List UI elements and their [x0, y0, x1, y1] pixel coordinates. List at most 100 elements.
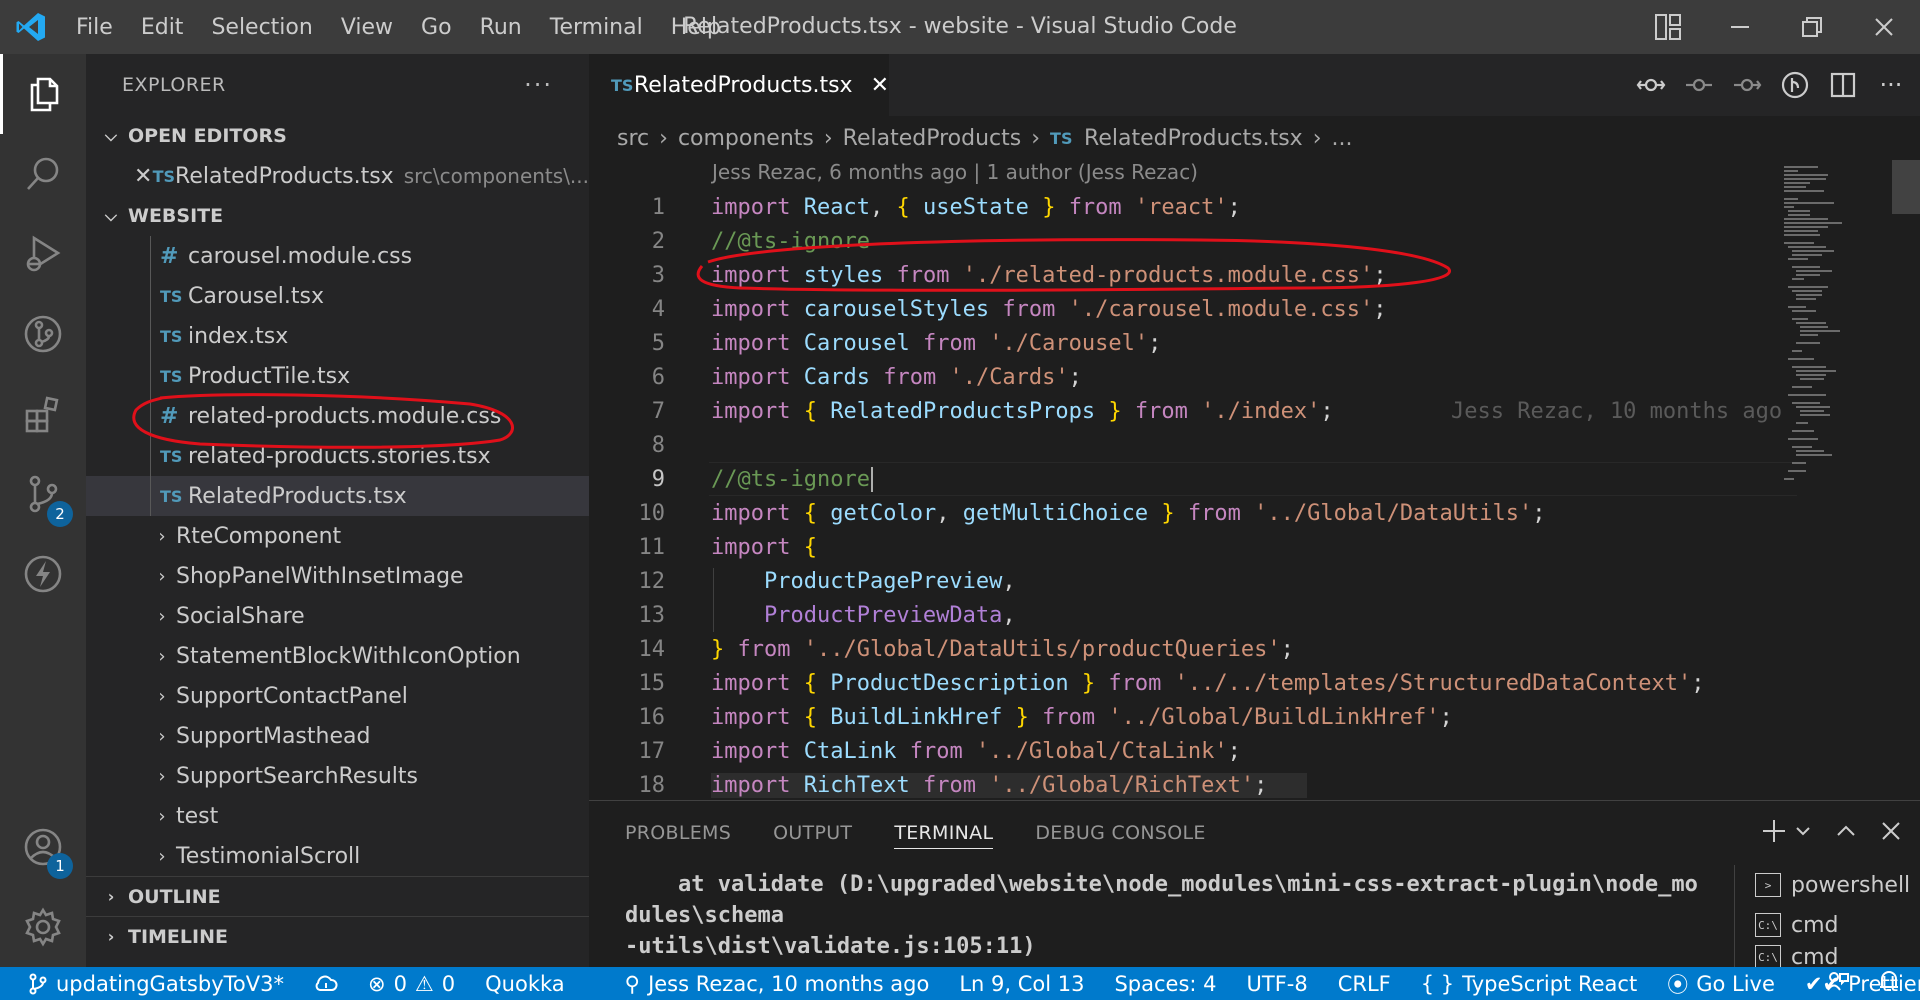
timeline-section[interactable]: › TIMELINE [86, 916, 589, 956]
workspace-section[interactable]: ⌵ WEBSITE [86, 196, 589, 236]
close-window-icon[interactable] [1848, 0, 1920, 54]
status-golive[interactable]: ⦿ Go Live [1667, 969, 1775, 999]
tab-terminal[interactable]: TERMINAL [894, 801, 994, 865]
status-position[interactable]: Ln 9, Col 13 [959, 972, 1084, 996]
minimap[interactable] [1778, 160, 1858, 800]
open-editors-section[interactable]: ⌵ OPEN EDITORS [86, 116, 589, 156]
menu-selection[interactable]: Selection [197, 15, 326, 40]
folder-name: TestimonialScroll [176, 843, 361, 869]
tab-debug-console[interactable]: DEBUG CONSOLE [1035, 801, 1205, 865]
panel-tabs: PROBLEMS OUTPUT TERMINAL DEBUG CONSOLE [589, 801, 1248, 865]
code-line: 6 import Cards from './Cards'; [589, 360, 1799, 394]
status-branch[interactable]: updatingGatsbyToV3* [28, 972, 284, 996]
outline-section[interactable]: › OUTLINE [86, 876, 589, 916]
folder-item[interactable]: › SupportContactPanel [86, 676, 589, 716]
status-problems[interactable]: ⊗ 0 ⚠ 0 [368, 972, 455, 996]
restore-icon[interactable] [1776, 0, 1848, 54]
terminal-item[interactable]: C:\ cmd [1755, 945, 1920, 968]
chevron-right-icon: › [158, 605, 166, 627]
minimize-icon[interactable] [1704, 0, 1776, 54]
split-editor-icon[interactable] [1826, 68, 1860, 102]
folder-item[interactable]: › StatementBlockWithIconOption [86, 636, 589, 676]
line-number: 18 [638, 772, 666, 798]
scrollbar-thumb[interactable] [1892, 160, 1920, 214]
code-editor[interactable]: Jess Rezac, 6 months ago | 1 author (Jes… [589, 160, 1920, 800]
status-blame[interactable]: ⚲ Jess Rezac, 10 months ago [625, 972, 930, 996]
status-encoding[interactable]: UTF-8 [1247, 972, 1308, 996]
status-eol[interactable]: CRLF [1338, 972, 1391, 996]
menu-edit[interactable]: Edit [127, 15, 198, 40]
explorer-icon[interactable] [0, 54, 86, 134]
status-spaces[interactable]: Spaces: 4 [1114, 972, 1216, 996]
extensions-icon[interactable] [0, 374, 86, 454]
sync-icon[interactable] [314, 974, 338, 994]
git-graph-icon[interactable] [0, 294, 86, 374]
git-lens-icon[interactable] [1778, 68, 1812, 102]
lightning-icon[interactable] [0, 534, 86, 614]
search-icon[interactable] [0, 134, 86, 214]
open-editor-item[interactable]: ✕ TS RelatedProducts.tsx src\components\… [86, 156, 589, 196]
typescript-file-icon: TS [1050, 128, 1073, 148]
editor-actions: ··· [1634, 54, 1908, 116]
more-actions-icon[interactable]: ··· [524, 71, 553, 99]
terminal-item[interactable]: C:\ cmd [1755, 905, 1920, 945]
language-name: TypeScript React [1462, 971, 1638, 996]
folder-item[interactable]: › RteComponent [86, 516, 589, 556]
status-bar: updatingGatsbyToV3* ⊗ 0 ⚠ 0 Quokka ⚲ Jes… [0, 967, 1920, 1000]
status-quokka[interactable]: Quokka [485, 972, 565, 996]
layout-toggle-icon[interactable] [1632, 0, 1704, 54]
terminal-output[interactable]: at validate (D:\upgraded\website\node_mo… [625, 869, 1705, 962]
new-terminal-icon[interactable] [1760, 817, 1788, 849]
file-item[interactable]: TS related-products.stories.tsx [86, 436, 589, 476]
source-control-icon[interactable]: 2 [0, 454, 86, 534]
file-item[interactable]: # related-products.module.css [86, 396, 589, 436]
status-language[interactable]: { } TypeScript React [1421, 972, 1637, 996]
file-item[interactable]: # carousel.module.css [86, 236, 589, 276]
settings-gear-icon[interactable] [0, 887, 86, 967]
menu-terminal[interactable]: Terminal [536, 15, 657, 40]
file-item[interactable]: TS ProductTile.tsx [86, 356, 589, 396]
accounts-icon[interactable]: 1 [0, 807, 86, 887]
git-compare-icon[interactable] [1634, 68, 1668, 102]
menu-go[interactable]: Go [407, 15, 466, 40]
chevron-down-icon[interactable] [1794, 822, 1812, 844]
folder-item[interactable]: › SocialShare [86, 596, 589, 636]
menu-view[interactable]: View [327, 15, 407, 40]
folder-item[interactable]: › TestimonialScroll [86, 836, 589, 876]
folder-item[interactable]: › SupportMasthead [86, 716, 589, 756]
terminal-item[interactable]: > powershell [1755, 865, 1920, 905]
terminal-list: > powershell C:\ cmd C:\ cmd [1734, 865, 1920, 968]
maximize-panel-icon[interactable] [1834, 819, 1858, 847]
breadcrumb-more[interactable]: ... [1332, 126, 1353, 151]
folder-item[interactable]: › ShopPanelWithInsetImage [86, 556, 589, 596]
line-number: 2 [651, 228, 665, 254]
menu-help[interactable]: Help [657, 15, 735, 40]
more-actions-icon[interactable]: ··· [1874, 68, 1908, 102]
folder-item[interactable]: › test [86, 796, 589, 836]
folder-item[interactable]: › SupportSearchResults [86, 756, 589, 796]
close-editor-icon[interactable]: ✕ [134, 164, 153, 189]
editor-scrollbar[interactable] [1892, 160, 1920, 800]
close-panel-icon[interactable] [1880, 820, 1902, 846]
next-change-icon[interactable] [1730, 68, 1764, 102]
tab-problems[interactable]: PROBLEMS [625, 801, 731, 865]
file-item[interactable]: TS index.tsx [86, 316, 589, 356]
indent-guide [713, 568, 714, 632]
file-item[interactable]: TS Carousel.tsx [86, 276, 589, 316]
breadcrumb-item[interactable]: src [617, 126, 649, 151]
close-tab-icon[interactable]: ✕ [871, 73, 889, 98]
codelens-blame[interactable]: Jess Rezac, 6 months ago | 1 author (Jes… [712, 160, 1198, 184]
file-item-selected[interactable]: TS RelatedProducts.tsx [86, 476, 589, 516]
breadcrumb-file[interactable]: RelatedProducts.tsx [1084, 126, 1303, 151]
menu-file[interactable]: File [62, 15, 127, 40]
breadcrumb-item[interactable]: components [678, 126, 814, 151]
notification-bell-icon[interactable] [1878, 969, 1900, 998]
tab-output[interactable]: OUTPUT [773, 801, 852, 865]
run-debug-icon[interactable] [0, 214, 86, 294]
previous-change-icon[interactable] [1682, 68, 1716, 102]
tab-relatedproducts[interactable]: TS RelatedProducts.tsx ✕ [589, 54, 889, 116]
menu-run[interactable]: Run [466, 15, 536, 40]
breadcrumb-item[interactable]: RelatedProducts [843, 126, 1022, 151]
feedback-icon[interactable] [1826, 970, 1850, 997]
folder-name: SocialShare [176, 603, 305, 629]
